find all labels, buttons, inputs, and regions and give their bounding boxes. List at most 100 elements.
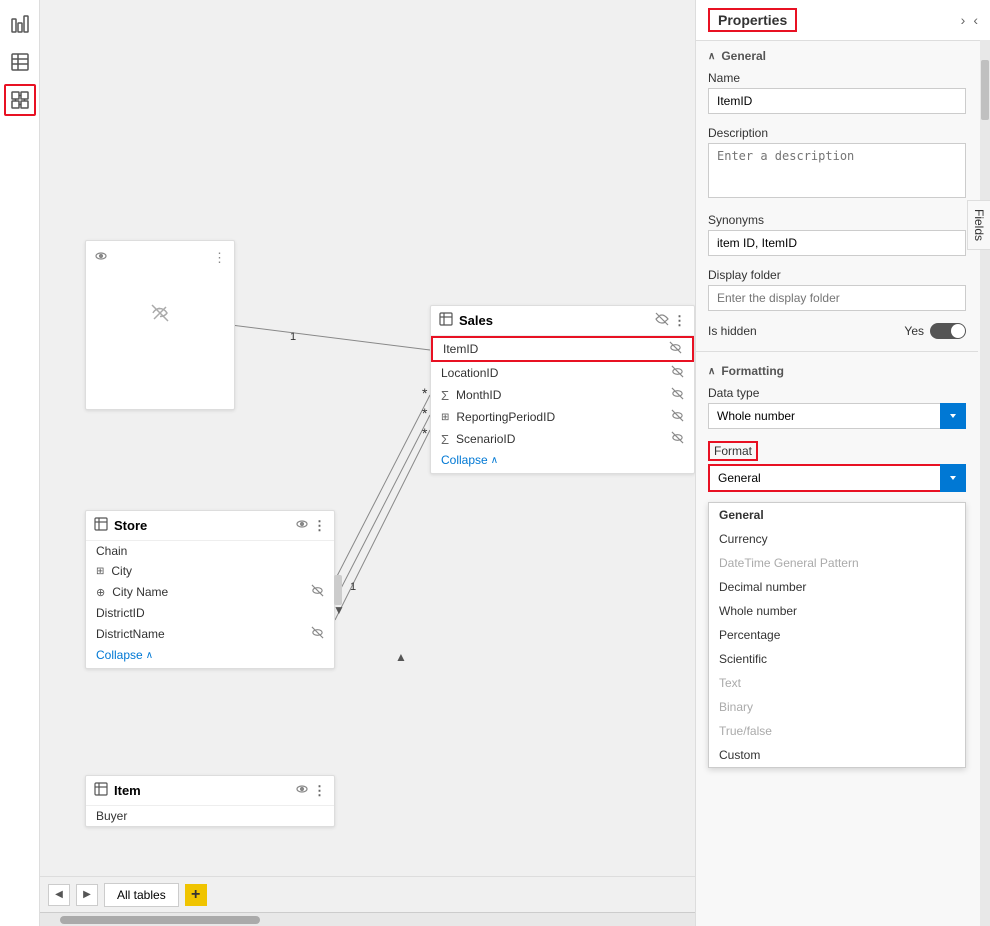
formatting-label: Formatting	[721, 364, 784, 378]
collapse-label: Collapse	[441, 453, 488, 467]
store-menu-icon[interactable]: ⋮	[313, 518, 326, 534]
description-label: Description	[708, 126, 966, 140]
nav-chevron-right-icon[interactable]: ›	[961, 12, 966, 28]
scenarioid-eye-slash-icon	[671, 431, 684, 447]
table-icon-city: ⊞	[96, 566, 104, 577]
sales-row-scenarioid[interactable]: Σ ScenarioID	[431, 428, 694, 450]
item-card-header: Item ⋮	[86, 776, 334, 806]
synonyms-field-group: Synonyms	[696, 209, 978, 264]
collapse-chevron-icon: ∧	[491, 455, 498, 466]
item-menu-icon[interactable]: ⋮	[313, 783, 326, 799]
datatype-label: Data type	[708, 386, 966, 400]
store-row-districtname[interactable]: DistrictName	[86, 623, 334, 645]
store-card-scrollbar	[334, 575, 342, 605]
chevron-up-general-icon: ∧	[708, 51, 715, 62]
description-field-group: Description	[696, 122, 978, 209]
store-row-districtid[interactable]: DistrictID	[86, 603, 334, 623]
all-tables-tab[interactable]: All tables	[104, 883, 179, 907]
displayfolder-field-group: Display folder	[696, 264, 978, 319]
menu-icon: ⋮	[213, 250, 226, 266]
canvas-area: 1 1 * * * ⋮	[40, 0, 695, 926]
datatype-field-group: Data type Whole number	[696, 382, 978, 437]
sales-menu-icon[interactable]: ⋮	[673, 313, 686, 329]
format-option-decimal[interactable]: Decimal number	[709, 575, 965, 599]
right-panel: Properties › ‹ Fields ∧ General Name Des…	[695, 0, 990, 926]
sales-collapse-btn[interactable]: Collapse ∧	[431, 450, 694, 473]
format-field-group: Format General	[696, 437, 978, 500]
svg-text:*: *	[422, 425, 428, 441]
toggle-track[interactable]	[930, 323, 966, 339]
canvas-hscroll[interactable]	[40, 912, 695, 926]
store-row-cityname[interactable]: ⊕ City Name	[86, 581, 334, 603]
store-collapse-btn[interactable]: Collapse ∧	[86, 645, 334, 668]
store-row-city[interactable]: ⊞ City	[86, 561, 334, 581]
table-icon-item	[94, 782, 108, 799]
store-collapse-chevron-icon: ∧	[146, 650, 153, 661]
store-title: Store	[114, 518, 147, 533]
canvas-hscroll-thumb	[60, 916, 260, 924]
ishidden-toggle[interactable]: Yes	[904, 323, 966, 339]
svg-text:1: 1	[350, 581, 356, 593]
sales-row-reportingperiodid[interactable]: ⊞ ReportingPeriodID	[431, 406, 694, 428]
format-dropdown-list: General Currency DateTime General Patter…	[708, 502, 966, 768]
sales-eye-icon	[655, 312, 669, 329]
panel-scrollbar-thumb	[981, 60, 989, 120]
name-field-group: Name	[696, 67, 978, 122]
relation-arrow-up: ▲	[395, 650, 407, 664]
panel-content: ∧ General Name Description Synonyms Disp…	[696, 41, 990, 926]
format-option-custom[interactable]: Custom	[709, 743, 965, 767]
report-view-icon[interactable]	[4, 8, 36, 40]
eye-icon	[94, 249, 108, 266]
format-option-text: Text	[709, 671, 965, 695]
displayfolder-input[interactable]	[708, 285, 966, 311]
item-eye-icon	[295, 782, 309, 799]
fields-tab[interactable]: Fields	[967, 200, 990, 250]
synonyms-label: Synonyms	[708, 213, 966, 227]
svg-text:1: 1	[290, 331, 296, 343]
sales-row-locationid[interactable]: LocationID	[431, 362, 694, 384]
synonyms-input[interactable]	[708, 230, 966, 256]
cityname-eye-slash-icon	[311, 584, 324, 600]
nav-chevron-left-icon[interactable]: ‹	[973, 12, 978, 28]
store-eye-icon	[295, 517, 309, 534]
table-icon-small: ⊞	[441, 412, 449, 423]
unnamed-card: ⋮	[85, 240, 235, 410]
format-option-percentage[interactable]: Percentage	[709, 623, 965, 647]
sales-title: Sales	[459, 313, 493, 328]
formatting-section-header: ∧ Formatting	[696, 356, 978, 382]
bottom-bar: ◀ ▶ All tables +	[40, 876, 695, 912]
format-option-scientific[interactable]: Scientific	[709, 647, 965, 671]
sales-card-header: Sales ⋮	[431, 306, 694, 336]
format-label: Format	[708, 441, 758, 461]
format-option-general[interactable]: General	[709, 503, 965, 527]
model-view-icon[interactable]	[4, 84, 36, 116]
store-row-chain[interactable]: Chain	[86, 541, 334, 561]
districtname-eye-slash-icon	[311, 626, 324, 642]
item-row-buyer[interactable]: Buyer	[86, 806, 334, 826]
displayfolder-label: Display folder	[708, 268, 966, 282]
name-input[interactable]	[708, 88, 966, 114]
panel-scrollbar[interactable]	[980, 40, 990, 926]
itemid-label: ItemID	[443, 342, 478, 356]
add-table-btn[interactable]: +	[185, 884, 207, 906]
format-option-whole[interactable]: Whole number	[709, 599, 965, 623]
table-view-icon[interactable]	[4, 46, 36, 78]
datatype-select[interactable]: Whole number	[708, 403, 966, 429]
general-label: General	[721, 49, 766, 63]
locationid-eye-slash-icon	[671, 365, 684, 381]
ghost-card-header: ⋮	[86, 241, 234, 274]
format-select-box[interactable]: General	[708, 464, 966, 492]
sigma-icon-monthid: Σ	[441, 388, 449, 403]
prev-nav-btn[interactable]: ◀	[48, 884, 70, 906]
svg-text:*: *	[422, 405, 428, 421]
properties-header: Properties › ‹	[696, 0, 990, 41]
format-option-binary: Binary	[709, 695, 965, 719]
sales-row-monthid[interactable]: Σ MonthID	[431, 384, 694, 406]
itemid-eye-slash-icon	[669, 341, 682, 357]
next-nav-btn[interactable]: ▶	[76, 884, 98, 906]
sales-row-itemid[interactable]: ItemID	[431, 336, 694, 362]
description-input[interactable]	[708, 143, 966, 198]
format-option-currency[interactable]: Currency	[709, 527, 965, 551]
store-card: Store ⋮ Chain ⊞ City	[85, 510, 335, 669]
datatype-select-container: Whole number	[708, 403, 966, 429]
